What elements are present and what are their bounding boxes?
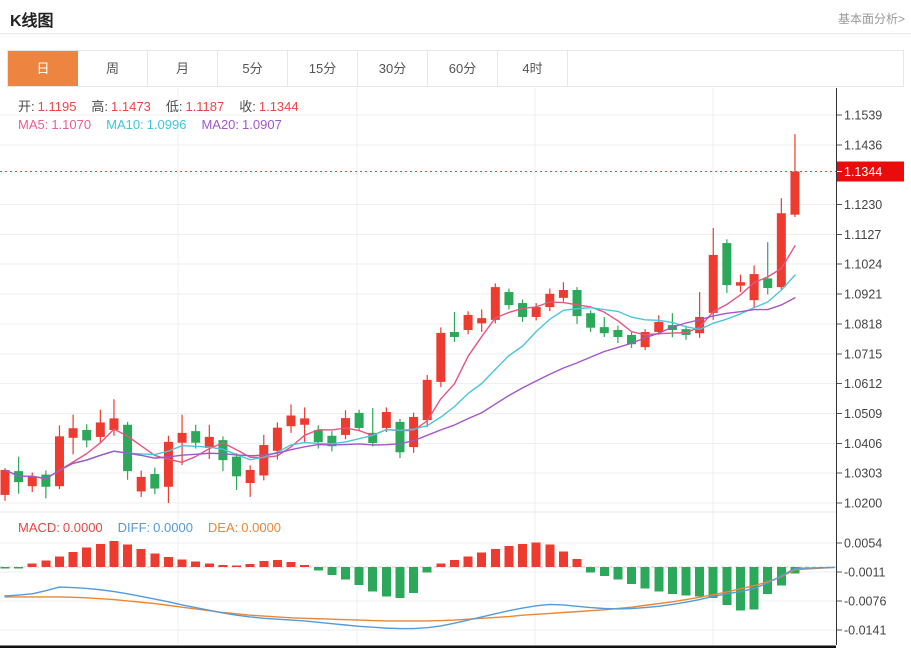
- axis-tick-label: -0.0011: [844, 565, 886, 579]
- header-divider: [0, 33, 911, 34]
- axis-tick-label: 0.0054: [844, 536, 882, 550]
- fundamental-analysis-link[interactable]: 基本面分析>: [838, 10, 905, 27]
- candles-layer: [1, 134, 800, 503]
- axis-tick-label: 1.0818: [844, 317, 882, 331]
- tab-day[interactable]: 日: [8, 51, 78, 86]
- tab-4hour[interactable]: 4时: [498, 51, 568, 86]
- tab-15min[interactable]: 15分: [288, 51, 358, 86]
- tab-5min[interactable]: 5分: [218, 51, 288, 86]
- axis-tick-label: 1.1230: [844, 198, 882, 212]
- interval-tabbar: 日周月5分15分30分60分4时: [7, 50, 904, 87]
- axis-tick-label: 1.1127: [844, 228, 881, 242]
- last-price-marker: 1.1344: [0, 162, 904, 182]
- axis-tick-label: -0.0141: [844, 623, 886, 637]
- axis-tick-label: 1.0200: [844, 497, 882, 511]
- tab-30min[interactable]: 30分: [358, 51, 428, 86]
- page-title: K线图: [10, 7, 54, 31]
- axis-tick-label: 1.1024: [844, 258, 882, 272]
- axis-tick-label: 1.0715: [844, 347, 882, 361]
- axis-tick-label: 1.1539: [844, 109, 882, 123]
- axis-tick-label: 1.0612: [844, 377, 882, 391]
- axis-tick-label: 1.0509: [844, 407, 882, 421]
- axis-tick-label: 1.0921: [844, 288, 882, 302]
- axis-tick-label: 1.1436: [844, 138, 882, 152]
- axis-tick-label: 1.0406: [844, 437, 882, 451]
- tab-60min[interactable]: 60分: [428, 51, 498, 86]
- last-price-badge: 1.1344: [844, 165, 882, 179]
- axis-tick-label: -0.0076: [844, 594, 886, 608]
- kline-chart-canvas[interactable]: 1.1344 1.1539 1.1436 1.1230 1.1127 1.1024 1.0…: [0, 0, 911, 649]
- axis-tick-label: 1.0303: [844, 467, 882, 481]
- tab-month[interactable]: 月: [148, 51, 218, 86]
- tab-week[interactable]: 周: [78, 51, 148, 86]
